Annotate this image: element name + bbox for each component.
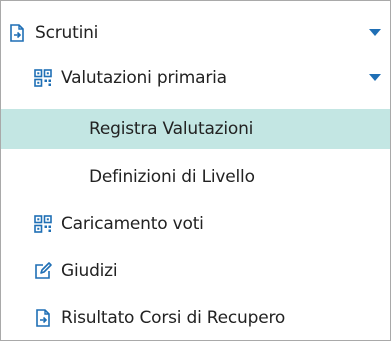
chevron-down-icon[interactable] xyxy=(369,74,381,81)
menu-item-label: Definizioni di Livello xyxy=(89,167,255,187)
menu-item-label: Giudizi xyxy=(61,261,118,281)
export-document-icon xyxy=(33,308,53,328)
edit-pencil-icon xyxy=(33,261,53,281)
menu-item-label: Caricamento voti xyxy=(61,214,204,234)
menu-item-label: Risultato Corsi di Recupero xyxy=(61,308,286,328)
menu-item-caricamento-voti[interactable]: Caricamento voti xyxy=(1,204,390,244)
chevron-down-icon[interactable] xyxy=(369,29,381,36)
menu-item-giudizi[interactable]: Giudizi xyxy=(1,251,390,291)
menu-item-label: Registra Valutazioni xyxy=(89,119,254,139)
qr-grid-icon xyxy=(33,214,53,234)
menu-item-definizioni-livello[interactable]: Definizioni di Livello xyxy=(1,157,390,197)
navigation-menu: Scrutini Valutazioni primaria Registra V… xyxy=(0,0,391,341)
menu-item-valutazioni-primaria[interactable]: Valutazioni primaria xyxy=(1,58,390,98)
menu-item-risultato-corsi[interactable]: Risultato Corsi di Recupero xyxy=(1,298,390,338)
menu-item-label: Scrutini xyxy=(35,23,99,43)
menu-item-scrutini[interactable]: Scrutini xyxy=(1,13,390,53)
export-document-icon xyxy=(7,23,27,43)
menu-item-label: Valutazioni primaria xyxy=(61,68,227,88)
menu-item-registra-valutazioni[interactable]: Registra Valutazioni xyxy=(1,109,390,149)
qr-grid-icon xyxy=(33,68,53,88)
